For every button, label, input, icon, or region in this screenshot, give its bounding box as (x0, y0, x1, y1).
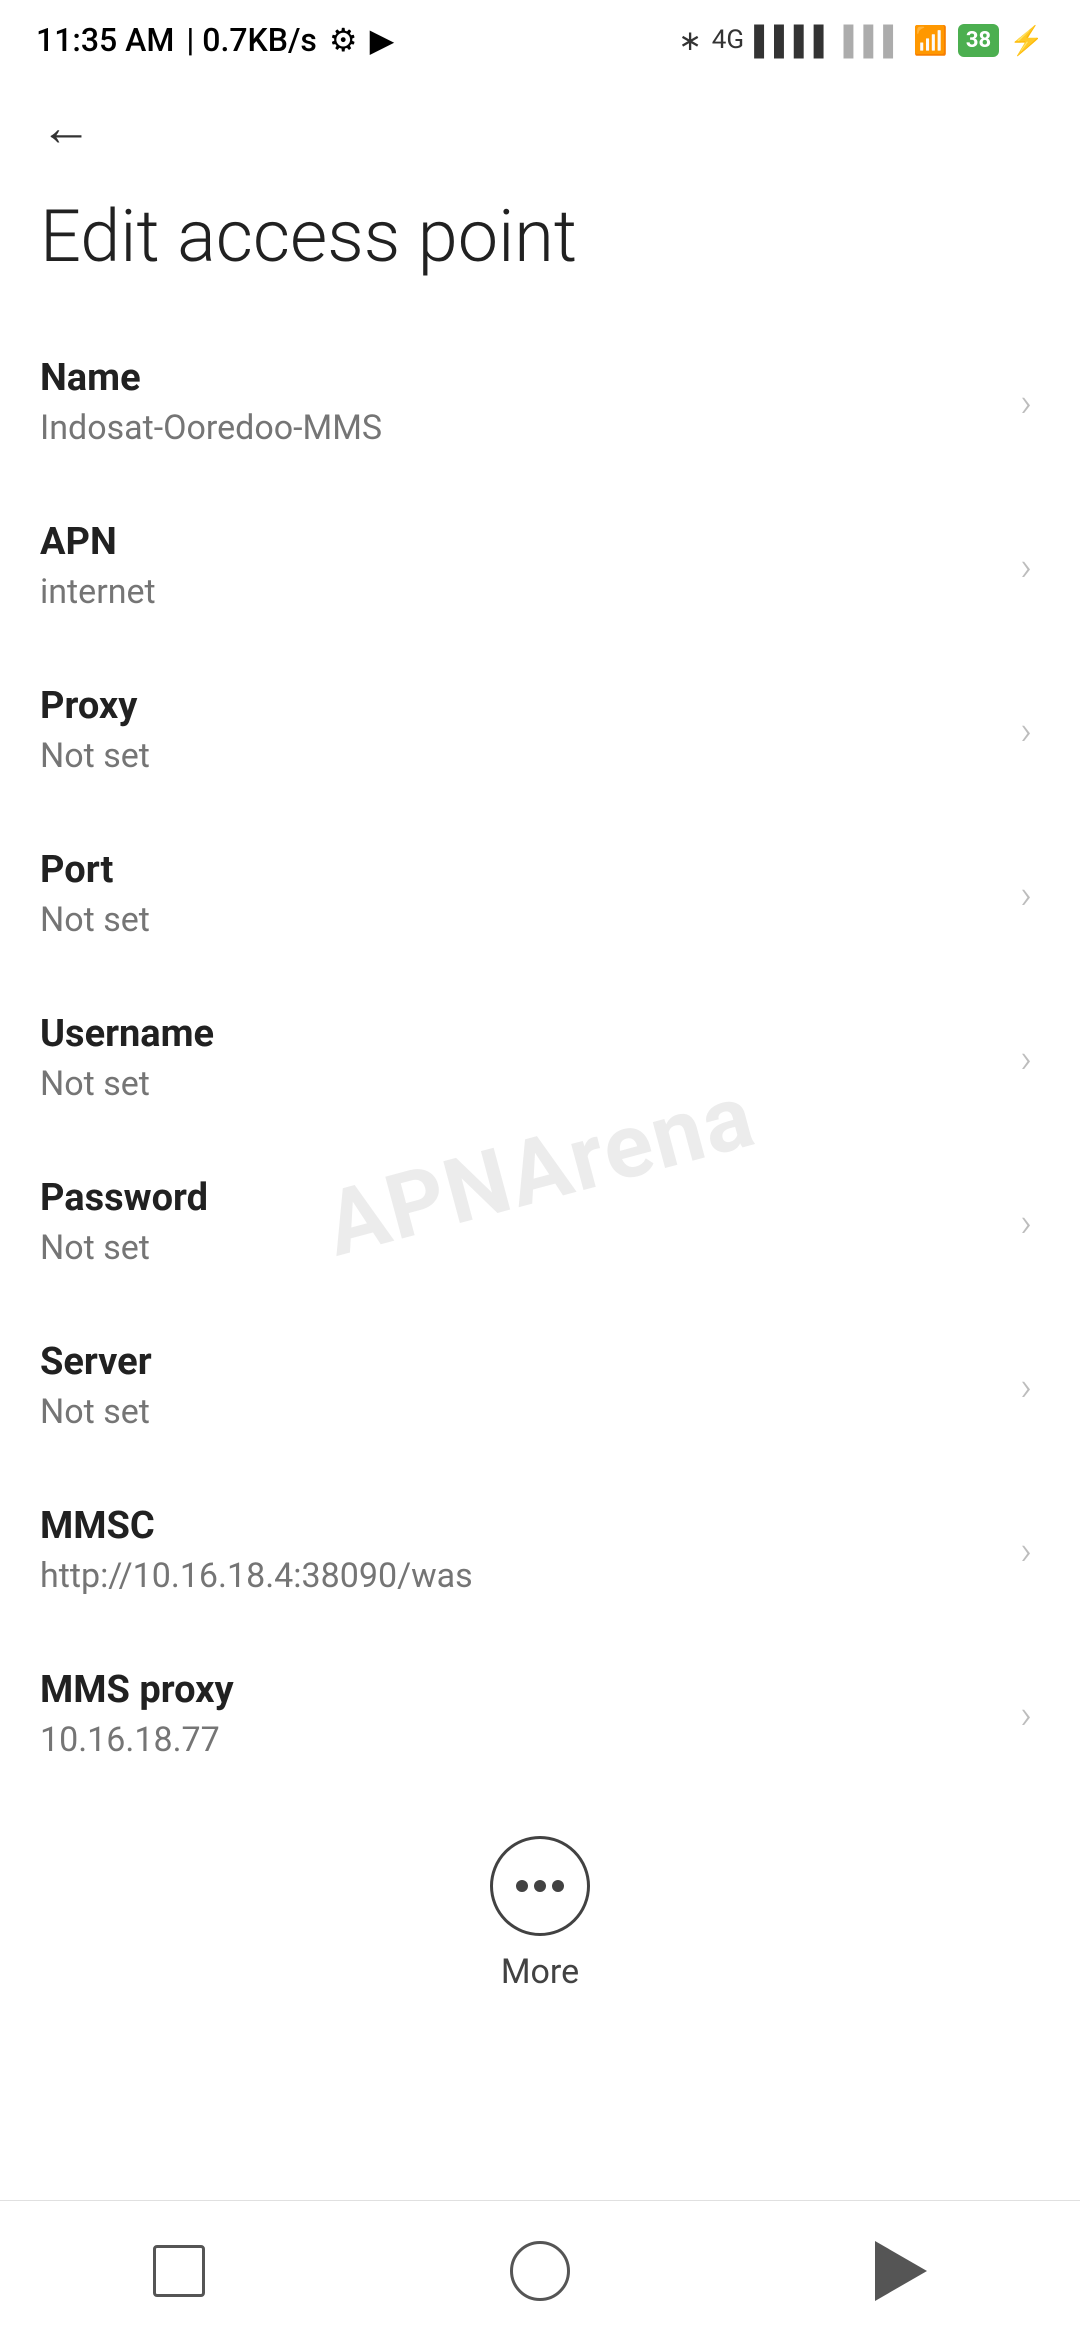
chevron-right-icon: › (1020, 1199, 1032, 1246)
settings-item-value: Not set (40, 1064, 1020, 1104)
settings-item-server[interactable]: Server Not set › (0, 1304, 1080, 1468)
settings-item-username[interactable]: Username Not set › (0, 976, 1080, 1140)
signal-4g-icon: 4G (712, 25, 744, 55)
navigation-bar (0, 2200, 1080, 2340)
battery-indicator: 38 (958, 24, 999, 57)
more-circle-icon[interactable] (490, 1836, 590, 1936)
chevron-right-icon: › (1020, 707, 1032, 754)
settings-item-content: Username Not set (40, 1012, 1020, 1104)
nav-triangle-icon (875, 2241, 927, 2301)
settings-item-content: Proxy Not set (40, 684, 1020, 776)
status-left: 11:35 AM | 0.7KB/s ⚙ ▶ (36, 21, 394, 59)
settings-item-content: Name Indosat-Ooredoo-MMS (40, 356, 1020, 448)
chevron-right-icon: › (1020, 1363, 1032, 1410)
back-button[interactable]: ← (0, 72, 1080, 174)
settings-item-label: Server (40, 1340, 1020, 1384)
wifi-icon: 📶 (913, 24, 948, 57)
chevron-right-icon: › (1020, 379, 1032, 426)
charging-icon: ⚡ (1009, 24, 1044, 57)
status-bar: 11:35 AM | 0.7KB/s ⚙ ▶ ∗ 4G ▌▌▌▌ ▌▌▌ 📶 3… (0, 0, 1080, 72)
status-right: ∗ 4G ▌▌▌▌ ▌▌▌ 📶 38 ⚡ (678, 24, 1044, 57)
settings-item-apn[interactable]: APN internet › (0, 484, 1080, 648)
settings-item-value: Not set (40, 1392, 1020, 1432)
settings-list: Name Indosat-Ooredoo-MMS › APN internet … (0, 320, 1080, 1796)
settings-item-mms-proxy[interactable]: MMS proxy 10.16.18.77 › (0, 1632, 1080, 1796)
nav-square-icon (153, 2245, 205, 2297)
chevron-right-icon: › (1020, 543, 1032, 590)
settings-item-label: Name (40, 356, 1020, 400)
settings-item-value: Not set (40, 1228, 1020, 1268)
video-icon: ▶ (370, 21, 395, 59)
chevron-right-icon: › (1020, 1527, 1032, 1574)
speed-display: | 0.7KB/s (186, 21, 317, 59)
settings-item-content: APN internet (40, 520, 1020, 612)
bluetooth-icon: ∗ (678, 24, 701, 57)
more-label: More (501, 1952, 579, 1992)
chevron-right-icon: › (1020, 871, 1032, 918)
chevron-right-icon: › (1020, 1691, 1032, 1738)
nav-home-button[interactable] (510, 2241, 570, 2301)
settings-item-content: Password Not set (40, 1176, 1020, 1268)
settings-item-content: MMSC http://10.16.18.4:38090/was (40, 1504, 1020, 1596)
settings-item-value: Not set (40, 736, 1020, 776)
more-button-container[interactable]: More (0, 1796, 1080, 2022)
page-title: Edit access point (0, 174, 1080, 320)
time-display: 11:35 AM (36, 21, 174, 59)
chevron-right-icon: › (1020, 1035, 1032, 1082)
settings-item-label: Username (40, 1012, 1020, 1056)
settings-item-label: Port (40, 848, 1020, 892)
settings-item-value: Not set (40, 900, 1020, 940)
settings-icon: ⚙ (329, 21, 358, 59)
nav-square-button[interactable] (153, 2245, 205, 2297)
settings-item-port[interactable]: Port Not set › (0, 812, 1080, 976)
signal-bars-icon: ▌▌▌▌ (754, 24, 833, 57)
back-arrow-icon: ← (40, 97, 92, 158)
settings-item-proxy[interactable]: Proxy Not set › (0, 648, 1080, 812)
settings-item-label: Password (40, 1176, 1020, 1220)
nav-back-button[interactable] (875, 2241, 927, 2301)
settings-item-label: APN (40, 520, 1020, 564)
settings-item-password[interactable]: Password Not set › (0, 1140, 1080, 1304)
settings-item-mmsc[interactable]: MMSC http://10.16.18.4:38090/was › (0, 1468, 1080, 1632)
more-dots-icon (516, 1880, 564, 1892)
settings-item-value: internet (40, 572, 1020, 612)
settings-item-value: Indosat-Ooredoo-MMS (40, 408, 1020, 448)
settings-item-label: MMS proxy (40, 1668, 1020, 1712)
nav-circle-icon (510, 2241, 570, 2301)
settings-item-content: MMS proxy 10.16.18.77 (40, 1668, 1020, 1760)
settings-item-name[interactable]: Name Indosat-Ooredoo-MMS › (0, 320, 1080, 484)
settings-item-content: Server Not set (40, 1340, 1020, 1432)
settings-item-value: 10.16.18.77 (40, 1720, 1020, 1760)
settings-item-label: Proxy (40, 684, 1020, 728)
settings-item-value: http://10.16.18.4:38090/was (40, 1556, 1020, 1596)
signal-bars-2-icon: ▌▌▌ (843, 24, 903, 57)
settings-item-label: MMSC (40, 1504, 1020, 1548)
settings-item-content: Port Not set (40, 848, 1020, 940)
